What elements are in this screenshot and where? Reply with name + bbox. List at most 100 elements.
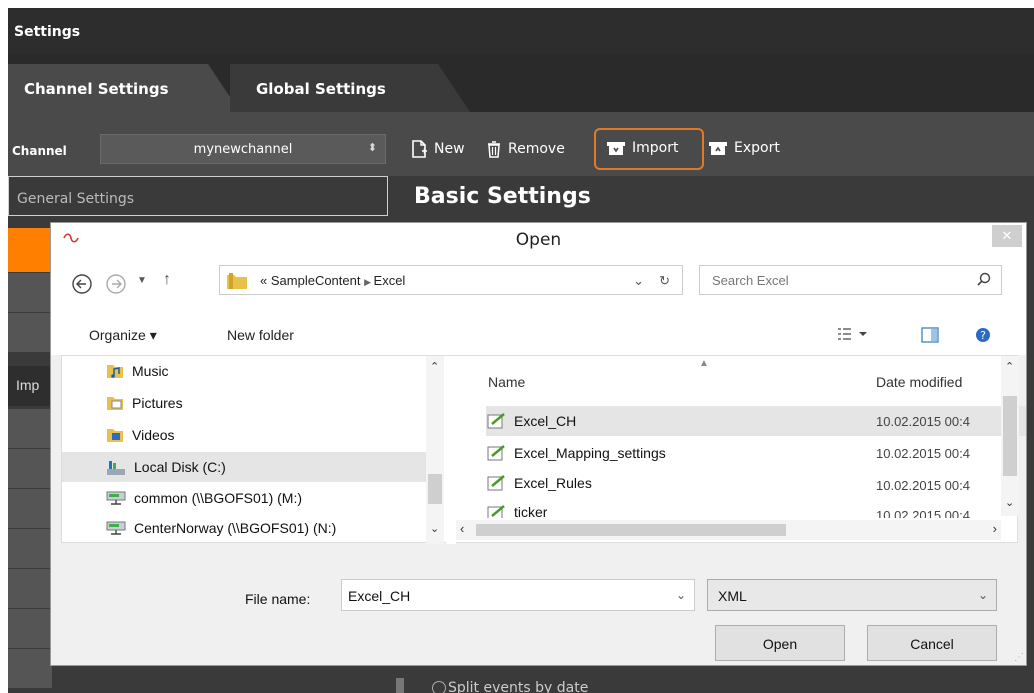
address-row: ▼ ↑ « SampleContent ▶ Excel ⌄ ↻ Search E…	[51, 257, 1026, 309]
organize-button[interactable]: Organize ▾	[89, 327, 157, 344]
network-drive-icon	[106, 491, 126, 505]
scroll-down-icon[interactable]: ⌄	[1005, 496, 1014, 509]
search-input[interactable]: Search Excel	[699, 265, 1002, 295]
recent-dropdown-icon[interactable]: ▼	[137, 275, 147, 286]
left-item[interactable]	[8, 408, 52, 448]
selected-item-marker[interactable]	[8, 228, 52, 272]
new-label: New	[434, 141, 465, 157]
command-bar: Organize ▾ New folder ?	[51, 309, 1026, 355]
view-options-icon[interactable]	[837, 327, 867, 346]
xml-file-icon	[487, 445, 505, 461]
file-list: ▲ Name Date modified Excel_CH 10.02.2015…	[456, 356, 1026, 544]
column-header-date[interactable]: Date modified	[876, 374, 962, 390]
file-name-input[interactable]: Excel_CH ⌄	[341, 579, 695, 611]
nav-item-videos[interactable]: Videos	[106, 426, 175, 444]
remove-label: Remove	[508, 141, 565, 157]
svg-text:?: ?	[980, 329, 986, 342]
column-header-name[interactable]: Name	[488, 374, 525, 390]
resize-grip-icon[interactable]: ⋰	[1014, 652, 1024, 663]
nav-scroll-thumb[interactable]	[428, 474, 442, 504]
channel-select[interactable]: mynewchannel ⬍	[100, 134, 386, 164]
left-item[interactable]	[8, 648, 52, 688]
file-type-select[interactable]: XML ⌄	[707, 579, 997, 611]
file-hscroll-thumb[interactable]	[476, 524, 786, 536]
scroll-right-icon[interactable]: ›	[993, 521, 997, 536]
left-item[interactable]	[8, 528, 52, 568]
search-icon	[977, 272, 991, 286]
scroll-left-icon[interactable]: ‹	[460, 521, 464, 536]
sort-indicator-icon: ▲	[699, 358, 709, 369]
local-disk-icon	[107, 461, 125, 475]
scroll-up-icon[interactable]: ⌃	[430, 360, 439, 373]
general-settings-header: General Settings	[8, 176, 388, 216]
file-vscroll-thumb[interactable]	[1003, 396, 1017, 476]
close-button[interactable]: ✕	[992, 225, 1022, 247]
tab-global-settings[interactable]: Global Settings	[230, 64, 470, 112]
file-row-ticker[interactable]: ticker	[486, 504, 547, 518]
file-name: Excel_CH	[514, 413, 577, 429]
folder-icon	[227, 273, 247, 289]
file-row-excel-rules[interactable]: Excel_Rules	[486, 474, 592, 492]
file-hscrollbar[interactable]: ‹ ›	[456, 520, 1001, 540]
open-dialog: Open ✕ ▼ ↑ « SampleContent ▶ Excel ⌄ ↻ S…	[50, 222, 1027, 666]
import-button[interactable]: Import	[606, 140, 678, 156]
trash-icon	[488, 141, 500, 158]
nav-item-label: Local Disk (C:)	[134, 459, 226, 475]
divider	[396, 678, 404, 693]
nav-scrollbar[interactable]: ⌃ ⌄	[426, 356, 444, 544]
path-segment[interactable]: SampleContent	[271, 273, 361, 288]
file-date: 10.02.2015 00:4	[876, 414, 970, 429]
up-arrow-icon[interactable]: ↑	[163, 271, 171, 289]
file-date: 10.02.2015 00:4	[876, 508, 970, 518]
nav-item-common[interactable]: common (\\BGOFS01) (M:)	[106, 490, 302, 506]
nav-item-label: Videos	[132, 427, 175, 443]
file-name-label: File name:	[245, 591, 311, 607]
basic-settings-heading: Basic Settings	[414, 184, 591, 209]
nav-item-music[interactable]: Music	[106, 362, 169, 380]
left-item[interactable]	[8, 608, 52, 648]
xml-file-icon	[487, 475, 505, 491]
scroll-up-icon[interactable]: ⌃	[1005, 360, 1014, 373]
nav-item-local-disk[interactable]: Local Disk (C:)	[62, 452, 428, 482]
nav-item-pictures[interactable]: Pictures	[106, 394, 183, 412]
export-button[interactable]: Export	[708, 140, 780, 156]
navigation-pane: Music Pictures Videos Local Disk (C:) co…	[62, 356, 444, 544]
split-events-label: Split events by date	[448, 680, 589, 693]
file-date: 10.02.2015 00:4	[876, 478, 970, 493]
import-label: Import	[632, 140, 679, 156]
chevron-down-icon[interactable]: ⌄	[633, 273, 644, 289]
nav-item-centernorway[interactable]: CenterNorway (\\BGOFS01) (N:)	[106, 520, 336, 536]
left-item[interactable]	[8, 488, 52, 528]
refresh-icon[interactable]: ↻	[659, 273, 670, 289]
file-name-value: Excel_CH	[348, 588, 411, 604]
file-name: Excel_Rules	[514, 475, 592, 491]
scroll-down-icon[interactable]: ⌄	[430, 522, 439, 535]
open-button[interactable]: Open	[715, 625, 845, 661]
preview-pane-icon[interactable]	[921, 327, 939, 348]
radio-button[interactable]	[432, 681, 446, 693]
file-name: Excel_Mapping_settings	[514, 445, 666, 461]
tab-channel-settings[interactable]: Channel Settings	[8, 64, 240, 112]
file-vscrollbar[interactable]: ⌃ ⌄	[1001, 356, 1019, 516]
left-item[interactable]	[8, 272, 52, 312]
pane-separator[interactable]	[446, 356, 456, 544]
path-prefix: «	[260, 273, 268, 288]
back-icon[interactable]	[71, 273, 93, 298]
new-button[interactable]: New	[410, 140, 465, 158]
left-item[interactable]	[8, 568, 52, 608]
window-title: Settings	[8, 8, 1034, 54]
new-folder-button[interactable]: New folder	[227, 327, 294, 343]
remove-button[interactable]: Remove	[486, 140, 565, 158]
left-item[interactable]	[8, 448, 52, 488]
forward-icon[interactable]	[105, 273, 127, 298]
left-item[interactable]	[8, 312, 52, 352]
path-segment[interactable]: Excel	[374, 273, 406, 288]
toolbar: Channel mynewchannel ⬍ New Remove Import…	[8, 112, 1034, 176]
network-drive-icon	[106, 521, 126, 535]
chevron-down-icon[interactable]: ⌄	[676, 588, 686, 602]
help-icon[interactable]: ?	[975, 327, 991, 348]
export-icon	[709, 142, 727, 155]
file-row-excel-mapping[interactable]: Excel_Mapping_settings	[486, 444, 666, 462]
cancel-button[interactable]: Cancel	[867, 625, 997, 661]
address-bar[interactable]: « SampleContent ▶ Excel ⌄ ↻	[219, 265, 683, 295]
